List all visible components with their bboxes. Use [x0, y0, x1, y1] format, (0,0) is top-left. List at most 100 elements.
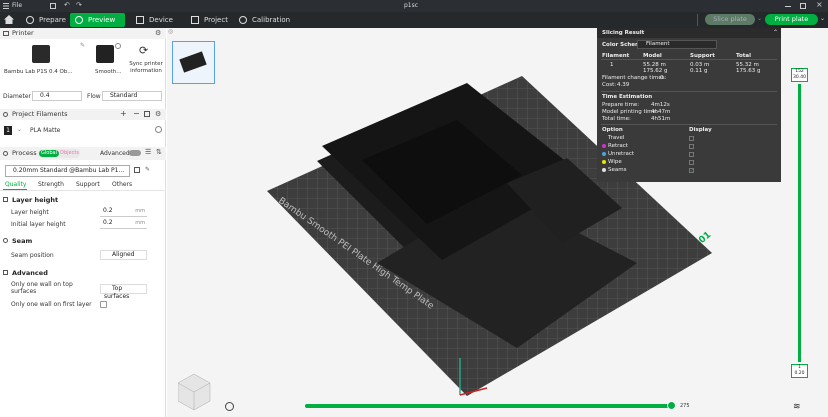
plate-preset[interactable]: Smooth...: [92, 42, 126, 80]
view-cube[interactable]: [177, 373, 211, 411]
option-row-unretract[interactable]: Unretract: [602, 151, 772, 158]
filament-settings-small-icon[interactable]: [155, 126, 162, 133]
tab-support[interactable]: Support: [76, 181, 100, 188]
wipe-checkbox[interactable]: [689, 160, 694, 165]
one-wall-first-checkbox[interactable]: [100, 301, 107, 308]
result-header: Slicing Result: [597, 28, 781, 38]
printer-section-header: Printer: [0, 28, 166, 39]
layers-icon[interactable]: ≋: [793, 402, 801, 412]
filament-name: PLA Matte: [30, 127, 61, 134]
unretract-checkbox[interactable]: [689, 152, 694, 157]
travel-checkbox[interactable]: [689, 136, 694, 141]
layer-height-label: Layer height: [11, 209, 49, 216]
filament-edit-icon[interactable]: [144, 111, 150, 117]
layer-bottom-height: 0.20: [794, 371, 805, 376]
home-icon[interactable]: [4, 15, 14, 26]
tab-others[interactable]: Others: [112, 181, 132, 188]
layer-top-box[interactable]: 152 30.40: [791, 68, 808, 82]
tab-prepare[interactable]: Prepare: [21, 13, 71, 27]
redo-icon[interactable]: ↷: [76, 1, 82, 9]
horizontal-slider-handle[interactable]: [667, 401, 676, 410]
file-menu[interactable]: File: [12, 0, 22, 12]
filament-row[interactable]: 1 ⌄ PLA Matte: [0, 125, 166, 137]
horizontal-move-slider[interactable]: [305, 404, 673, 408]
remove-filament-icon[interactable]: −: [133, 109, 140, 118]
info-icon[interactable]: [115, 43, 121, 49]
tab-quality[interactable]: Quality: [5, 181, 26, 188]
tab-strength[interactable]: Strength: [38, 181, 64, 188]
process-scope-toggle[interactable]: Global Objects: [38, 149, 80, 158]
menu-icon[interactable]: [3, 3, 9, 9]
advanced-switch[interactable]: [129, 150, 141, 156]
save-preset-icon[interactable]: [134, 167, 140, 173]
printer-preset[interactable]: Bambu Lab P1S 0.4 Ob...: [4, 42, 86, 80]
layer-slider-track[interactable]: [798, 84, 801, 362]
process-preset-select[interactable]: 0.20mm Standard @Bambu Lab P1...: [5, 165, 130, 177]
layer-height-input[interactable]: 0.2 mm: [100, 207, 147, 217]
add-filament-icon[interactable]: +: [120, 109, 127, 118]
filament-change-value: 0: [660, 75, 664, 81]
result-title: Slicing Result: [602, 30, 645, 36]
printer-section-icon: [3, 31, 9, 36]
objects-toggle[interactable]: Objects: [60, 150, 79, 157]
tab-device[interactable]: Device: [131, 13, 181, 27]
maximize-icon[interactable]: [800, 3, 806, 9]
option-row-retract[interactable]: Retract: [602, 143, 772, 150]
close-icon[interactable]: ×: [816, 0, 823, 9]
option-seams: Seams: [608, 167, 627, 173]
filament-settings-icon[interactable]: ⚙: [155, 110, 161, 118]
color-scheme-select[interactable]: Filament: [637, 40, 717, 49]
initial-layer-height-input[interactable]: 0.2 mm: [100, 219, 147, 229]
total-time-value: 4h51m: [651, 116, 671, 122]
diameter-select[interactable]: 0.4: [32, 91, 82, 101]
tab-calibration-label: Calibration: [252, 16, 291, 24]
seam-group-icon: [3, 238, 8, 243]
one-wall-top-select[interactable]: Top surfaces: [100, 284, 147, 300]
option-row-wipe[interactable]: Wipe: [602, 159, 772, 166]
plate-image: [96, 45, 114, 63]
tab-preview[interactable]: Preview: [70, 13, 125, 27]
save-icon[interactable]: [50, 3, 56, 9]
flow-select[interactable]: Standard: [102, 91, 162, 101]
process-compare-icon[interactable]: ⇅: [156, 148, 162, 156]
edit-preset-icon[interactable]: ✎: [145, 166, 150, 173]
option-wipe: Wipe: [608, 159, 622, 165]
layer-height-title: Layer height: [12, 196, 59, 204]
printer-edit-icon[interactable]: ✎: [80, 42, 85, 49]
collapse-icon[interactable]: ⌃: [773, 29, 778, 36]
global-toggle[interactable]: Global: [39, 150, 59, 157]
process-header-label: Process: [12, 149, 37, 157]
print-dropdown-icon[interactable]: ⌄: [820, 15, 825, 22]
slice-plate-button[interactable]: Slice plate: [705, 14, 755, 25]
print-plate-label: Print plate: [774, 15, 809, 23]
zoom-fit-icon[interactable]: [225, 402, 234, 411]
minimize-icon[interactable]: [785, 6, 791, 7]
plate-thumbnail[interactable]: [172, 41, 215, 84]
layer-bottom-box[interactable]: 1 0.20: [791, 364, 808, 378]
thumbnail-toggle-icon[interactable]: ◎: [168, 28, 173, 35]
option-travel: Travel: [608, 135, 625, 141]
tab-preview-label: Preview: [88, 16, 116, 24]
process-preset-value: 0.20mm Standard @Bambu Lab P1...: [13, 167, 125, 174]
process-list-icon[interactable]: ☰: [145, 148, 151, 156]
window-title: p1sc: [404, 2, 419, 9]
seam-position-select[interactable]: Aligned: [100, 250, 147, 260]
sync-icon: ⟳: [139, 44, 149, 57]
tab-project[interactable]: Project: [186, 13, 236, 27]
display-header: Display: [689, 127, 712, 133]
diameter-label: Diameter: [3, 93, 32, 100]
option-row-travel[interactable]: Travel: [602, 135, 772, 142]
process-tabs: Quality Strength Support Others: [0, 179, 166, 191]
option-row-seams[interactable]: Seams ✓: [602, 167, 772, 174]
initial-layer-height-label: Initial layer height: [11, 221, 66, 228]
calibration-icon: [239, 16, 247, 24]
undo-icon[interactable]: ↶: [64, 1, 70, 9]
advanced-title: Advanced: [12, 269, 48, 277]
slice-dropdown-icon[interactable]: ⌄: [757, 15, 762, 22]
printer-settings-icon[interactable]: ⚙: [155, 29, 161, 37]
tab-calibration[interactable]: Calibration: [234, 13, 304, 27]
print-plate-button[interactable]: Print plate: [765, 14, 818, 25]
sync-printer-button[interactable]: ⟳ Sync printer information: [126, 42, 166, 80]
seams-checkbox[interactable]: ✓: [689, 168, 694, 174]
retract-checkbox[interactable]: [689, 144, 694, 149]
